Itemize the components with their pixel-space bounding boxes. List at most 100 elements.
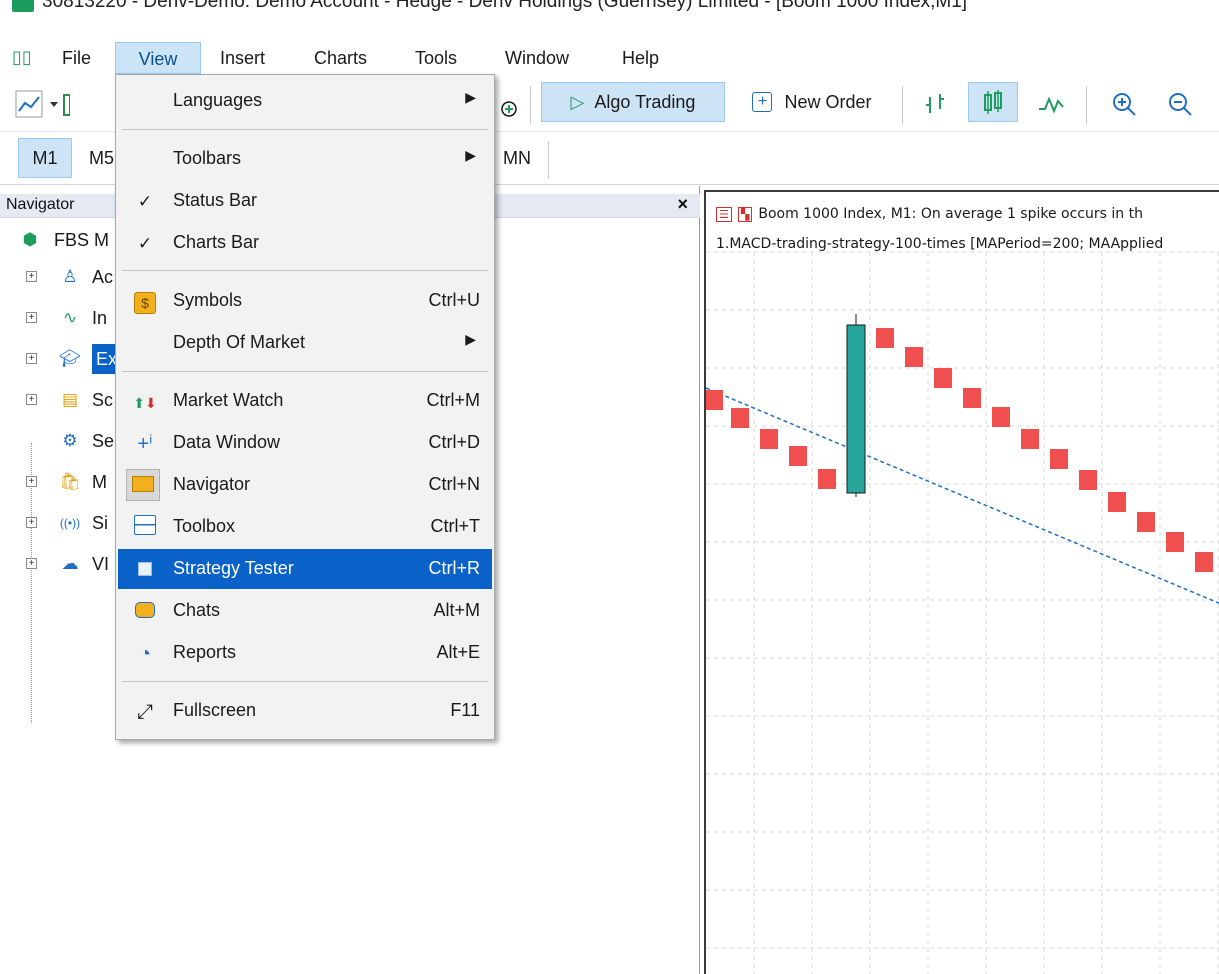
menu-shortcut: Ctrl+R [428,558,480,578]
menu-item-label: Status Bar [173,190,258,210]
bearish-candle [789,446,807,466]
candlestick-chart-icon[interactable] [968,82,1018,122]
checkmark-icon: ✓ [137,192,153,211]
menu-item-label: Symbols [173,290,243,310]
title-bar: 30813220 - Deriv-Demo: Demo Account - He… [0,0,1219,36]
bearish-candle [1195,552,1213,572]
signals-icon: ((•)) [59,516,81,530]
data-window-icon: +ⁱ [137,433,153,455]
expand-icon[interactable]: + [26,353,37,364]
scripts-icon: ▤ [61,390,79,409]
tree-item-label: Si [92,513,109,533]
expand-icon[interactable]: + [26,394,37,405]
menu-tools[interactable]: Tools [405,42,467,74]
menu-item-label: Charts Bar [173,232,260,252]
chart-symbol-text: Boom 1000 Index, M1: On average 1 spike … [758,206,1143,222]
bearish-candle [706,390,723,410]
bullish-spike-candle [846,324,866,494]
menu-languages[interactable]: Languages ▶ [118,81,492,121]
vps-icon: ☁ [61,554,79,573]
menu-strategy-tester[interactable]: Strategy Tester Ctrl+R [118,549,492,589]
menu-item-label: Toolbars [173,148,242,168]
menu-charts[interactable]: Charts [304,42,377,74]
menu-item-label: Reports [173,642,237,662]
tree-item-label: In [92,308,108,328]
menu-help[interactable]: Help [612,42,669,74]
fullscreen-icon: ⤢ [137,701,153,723]
menu-shortcut: Ctrl+D [428,432,480,452]
bearish-candle [1050,449,1068,469]
new-order-button[interactable]: + New Order [733,82,891,122]
bearish-candle [963,388,981,408]
menu-shortcut: Ctrl+U [428,290,480,310]
strategy-tester-icon [132,557,158,583]
play-icon: ▷ [570,91,585,112]
line-chart-type-icon[interactable] [1028,84,1074,124]
services-icon: ⚙ [62,431,78,450]
menu-item-label: Strategy Tester [173,558,294,578]
submenu-arrow-icon: ▶ [465,331,476,347]
timeframe-mn[interactable]: MN [492,138,542,178]
symbols-icon: $ [132,289,158,315]
tree-item-label: Ac [92,267,114,287]
add-indicator-icon[interactable] [492,86,522,126]
menu-chats[interactable]: Chats Alt+M [118,591,492,631]
market-watch-icon: ⬆⬇ [133,395,157,411]
menu-market-watch[interactable]: ⬆⬇ Market Watch Ctrl+M [118,381,492,421]
window-title: 30813220 - Deriv-Demo: Demo Account - He… [42,0,968,12]
close-icon[interactable]: × [677,194,688,215]
new-order-icon: + [752,92,773,112]
zoom-in-icon[interactable] [1104,84,1144,124]
menu-symbols[interactable]: $ Symbols Ctrl+U [118,281,492,321]
menu-file[interactable]: File [52,42,101,74]
app-icon [12,0,34,12]
bar-chart-icon[interactable] [912,84,958,124]
menu-shortcut: Alt+M [433,600,480,620]
menu-shortcut: Ctrl+M [426,390,481,410]
price-chart[interactable] [706,192,1219,974]
algo-trading-label: Algo Trading [594,91,696,112]
tree-item-label: Sc [92,390,114,410]
bearish-candle [876,328,894,348]
menu-toolbox[interactable]: Toolbox Ctrl+T [118,507,492,547]
mt5-logo-icon: ▯▯ [12,47,32,67]
menu-data-window[interactable]: +ⁱ Data Window Ctrl+D [118,423,492,463]
menu-fullscreen[interactable]: ⤢ Fullscreen F11 [118,691,492,731]
menu-window[interactable]: Window [495,42,579,74]
accounts-icon: ♙ [62,267,78,286]
tree-item-label: VI [92,554,110,574]
chart-type-dropdown[interactable] [12,84,72,124]
view-menu-dropdown: Languages ▶ Toolbars ▶ ✓ Status Bar ✓ Ch… [115,74,495,740]
menu-charts-bar[interactable]: ✓ Charts Bar [118,223,492,263]
expand-icon[interactable]: + [26,517,37,528]
menu-navigator[interactable]: Navigator Ctrl+N [118,465,492,505]
expand-icon[interactable]: + [26,476,37,487]
menu-toolbars[interactable]: Toolbars ▶ [118,139,492,179]
bearish-candle [760,429,778,449]
menu-item-label: Fullscreen [173,700,257,720]
navigator-title: Navigator [6,196,75,213]
new-order-label: New Order [784,91,872,112]
menu-depth-of-market[interactable]: Depth Of Market ▶ [118,323,492,363]
menu-status-bar[interactable]: ✓ Status Bar [118,181,492,221]
chart-trade-icon: ▚ [737,207,753,222]
timeframe-m1[interactable]: M1 [18,138,72,178]
menu-shortcut: Ctrl+T [430,516,481,536]
chart-window[interactable]: ☰ ▚ Boom 1000 Index, M1: On average 1 spik… [704,190,1219,974]
expand-icon[interactable]: + [26,271,37,282]
timeframe-m5[interactable]: M5 [80,138,116,178]
menu-reports[interactable]: ◔ Reports Alt+E [118,633,492,673]
menu-insert[interactable]: Insert [210,42,275,74]
bearish-candle [934,368,952,388]
expand-icon[interactable]: + [26,558,37,569]
submenu-arrow-icon: ▶ [465,89,476,105]
algo-trading-button[interactable]: ▷ Algo Trading [541,82,725,122]
expand-icon[interactable]: + [26,312,37,323]
indicators-icon: ∿ [62,308,78,327]
chats-icon [132,599,158,625]
line-chart-icon [15,90,70,118]
bearish-candle [818,469,836,489]
chart-list-icon: ☰ [716,207,732,222]
zoom-out-icon[interactable] [1160,84,1200,124]
menu-view[interactable]: View [115,42,201,74]
